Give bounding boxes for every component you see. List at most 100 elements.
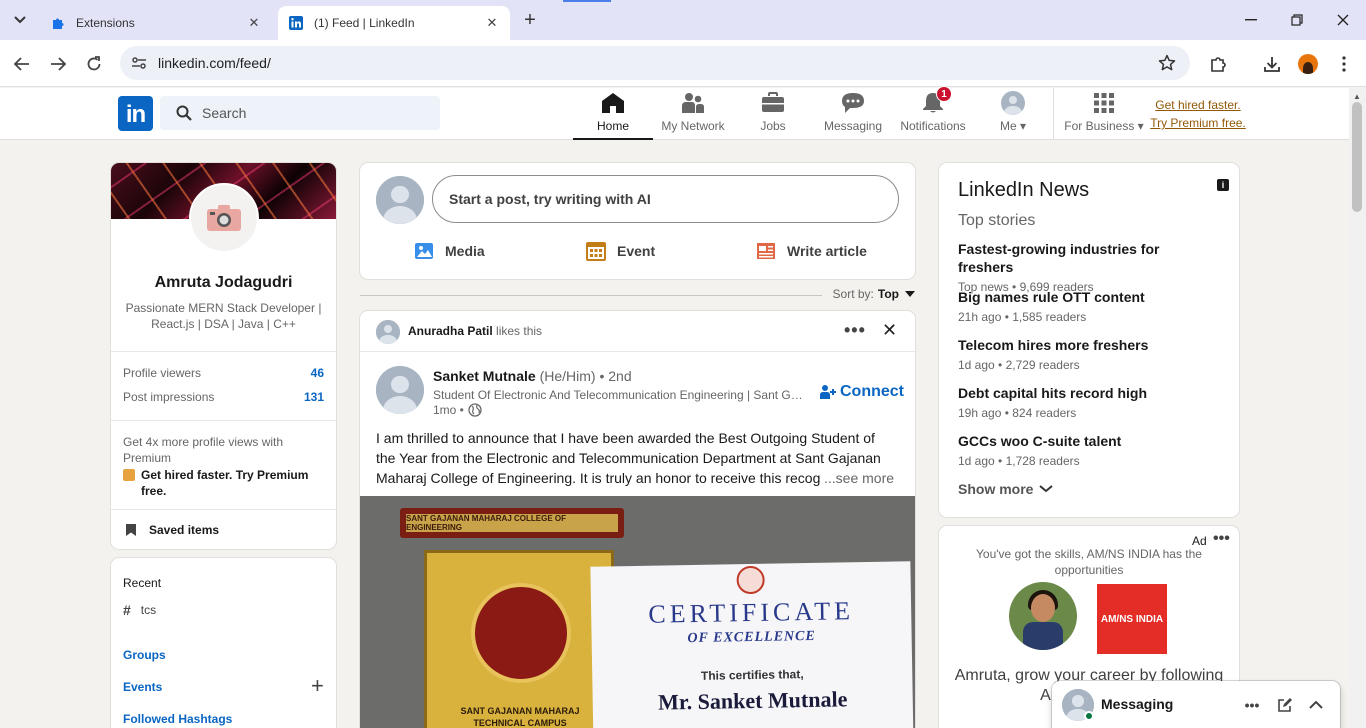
profile-photo-placeholder[interactable] <box>189 183 259 253</box>
author-name[interactable]: Sanket Mutnale <box>433 368 536 384</box>
compose-message-icon[interactable] <box>1273 693 1297 717</box>
news-item[interactable]: Debt capital hits record high 19h ago • … <box>958 384 1218 421</box>
groups-link[interactable]: Groups <box>123 648 166 662</box>
see-more-link[interactable]: ...see more <box>820 468 895 488</box>
restore-button[interactable] <box>1274 0 1320 40</box>
media-button[interactable]: Media <box>413 239 485 263</box>
nav-notifications[interactable]: 1 Notifications <box>893 86 973 140</box>
nav-my-network[interactable]: My Network <box>653 88 733 140</box>
trophy-seal <box>471 583 571 683</box>
trophy-plaque: SANT GAJANAN MAHARAJ TECHNICAL CAMPUS MA… <box>424 550 614 728</box>
scroll-up-icon[interactable]: ▲ <box>1353 92 1361 101</box>
premium-line-1: Get hired faster. <box>1155 98 1241 112</box>
profile-viewers-stat[interactable]: Profile viewers 46 <box>123 366 324 380</box>
search-placeholder: Search <box>202 105 247 121</box>
try-premium-link[interactable]: Get hired faster. Try Premium free. <box>1148 96 1248 132</box>
news-item[interactable]: Fastest-growing industries for freshers … <box>958 240 1218 295</box>
events-link[interactable]: Events <box>123 680 162 694</box>
liker-suffix: likes this <box>496 324 543 338</box>
recent-item-label: tcs <box>140 603 157 617</box>
ad-menu-icon[interactable]: ••• <box>1213 530 1230 548</box>
avatar[interactable] <box>376 320 400 344</box>
browser-menu-button[interactable] <box>1330 50 1358 78</box>
linkedin-logo[interactable]: in <box>118 96 153 131</box>
close-window-button[interactable] <box>1320 0 1366 40</box>
nav-for-business[interactable]: For Business ▾ <box>1060 88 1148 140</box>
recent-item[interactable]: # tcs <box>123 602 156 618</box>
downloads-button[interactable] <box>1258 50 1286 78</box>
chevron-up-icon[interactable] <box>1304 693 1328 717</box>
premium-upsell[interactable]: Get 4x more profile views with Premium G… <box>123 434 324 499</box>
profile-button[interactable] <box>1294 50 1322 78</box>
show-more-button[interactable]: Show more <box>958 481 1054 497</box>
search-icon <box>176 105 192 121</box>
address-bar[interactable]: linkedin.com/feed/ <box>120 46 1190 80</box>
extensions-button[interactable] <box>1204 50 1232 78</box>
bookmark-icon <box>126 524 136 536</box>
saved-items-link[interactable]: Saved items <box>125 523 219 537</box>
news-meta: 21h ago • 1,585 readers <box>958 310 1087 324</box>
nav-messaging[interactable]: Messaging <box>813 88 893 140</box>
news-item[interactable]: GCCs woo C-suite talent 1d ago • 1,728 r… <box>958 432 1218 469</box>
divider <box>360 295 822 296</box>
online-status-indicator <box>1084 711 1094 721</box>
browser-tab-bar: Extensions ✕ (1) Feed | LinkedIn ✕ + <box>0 0 1366 40</box>
post-image[interactable]: SANT GAJANAN MAHARAJ COLLEGE OF ENGINEER… <box>360 496 915 728</box>
nav-jobs[interactable]: Jobs <box>733 88 813 140</box>
messaging-overlay[interactable]: Messaging ••• <box>1052 681 1340 728</box>
hashtag-icon: # <box>123 602 131 618</box>
author-pronouns: (He/Him) <box>539 368 596 384</box>
news-headline: Fastest-growing industries for freshers <box>958 241 1160 275</box>
messaging-options-icon[interactable]: ••• <box>1240 693 1264 717</box>
post-menu-icon[interactable]: ••• <box>844 320 866 341</box>
scrollbar-thumb[interactable] <box>1352 102 1362 212</box>
site-settings-icon[interactable] <box>124 56 154 70</box>
post-time-text: 1mo • <box>433 403 464 417</box>
reload-button[interactable] <box>80 50 108 78</box>
start-post-button[interactable]: Start a post, try writing with AI <box>432 175 899 223</box>
tab-extensions[interactable]: Extensions ✕ <box>40 6 272 40</box>
write-article-button[interactable]: Write article <box>755 239 867 263</box>
dismiss-post-icon[interactable]: ✕ <box>882 320 897 341</box>
kebab-menu-icon <box>1342 56 1346 72</box>
add-event-icon[interactable]: + <box>311 675 324 697</box>
notification-badge: 1 <box>936 86 952 102</box>
nav-me[interactable]: Me ▾ <box>973 88 1053 140</box>
close-icon[interactable]: ✕ <box>246 15 262 31</box>
nav-label: Me <box>999 119 1017 133</box>
sort-dropdown[interactable]: Sort by: Top <box>833 287 915 301</box>
followed-hashtags-link[interactable]: Followed Hashtags <box>123 712 232 726</box>
author-headline: Student Of Electronic And Telecommunicat… <box>433 388 807 402</box>
arrow-left-icon <box>14 57 29 71</box>
chat-icon <box>840 90 866 116</box>
back-button[interactable] <box>8 50 36 78</box>
nav-me-label-wrap: Me ▾ <box>1000 119 1026 133</box>
news-item[interactable]: Telecom hires more freshers 1d ago • 2,7… <box>958 336 1218 373</box>
author-avatar[interactable] <box>376 366 424 414</box>
tab-linkedin-feed[interactable]: (1) Feed | LinkedIn ✕ <box>278 6 510 40</box>
bookmark-star-icon[interactable] <box>1152 54 1182 72</box>
news-item[interactable]: Big names rule OTT content 21h ago • 1,5… <box>958 288 1218 325</box>
liker-name[interactable]: Anuradha Patil <box>408 324 493 338</box>
post-impressions-stat[interactable]: Post impressions 131 <box>123 390 324 404</box>
page-scrollbar[interactable]: ▲ <box>1349 88 1366 728</box>
forward-button[interactable] <box>44 50 72 78</box>
nav-label: Home <box>596 119 629 133</box>
arrow-right-icon <box>51 57 66 71</box>
network-icon <box>680 90 706 116</box>
close-icon[interactable]: ✕ <box>484 15 500 31</box>
search-input[interactable]: Search <box>160 96 440 130</box>
new-tab-button[interactable]: + <box>518 8 542 32</box>
company-logo[interactable]: AM/NS INDIA <box>1097 584 1167 654</box>
tab-search-button[interactable] <box>6 7 34 33</box>
avatar[interactable] <box>376 176 424 224</box>
connect-button[interactable]: Connect <box>820 383 904 401</box>
nav-home[interactable]: Home <box>573 88 653 140</box>
news-meta: 19h ago • 824 readers <box>958 406 1077 420</box>
minimize-button[interactable] <box>1228 0 1274 40</box>
profile-name[interactable]: Amruta Jodagudri <box>111 274 336 292</box>
event-button[interactable]: Event <box>585 239 655 263</box>
chevron-down-icon <box>1039 485 1054 493</box>
post-text: I am thrilled to announce that I have be… <box>376 430 881 486</box>
info-icon[interactable]: i <box>1217 179 1229 191</box>
